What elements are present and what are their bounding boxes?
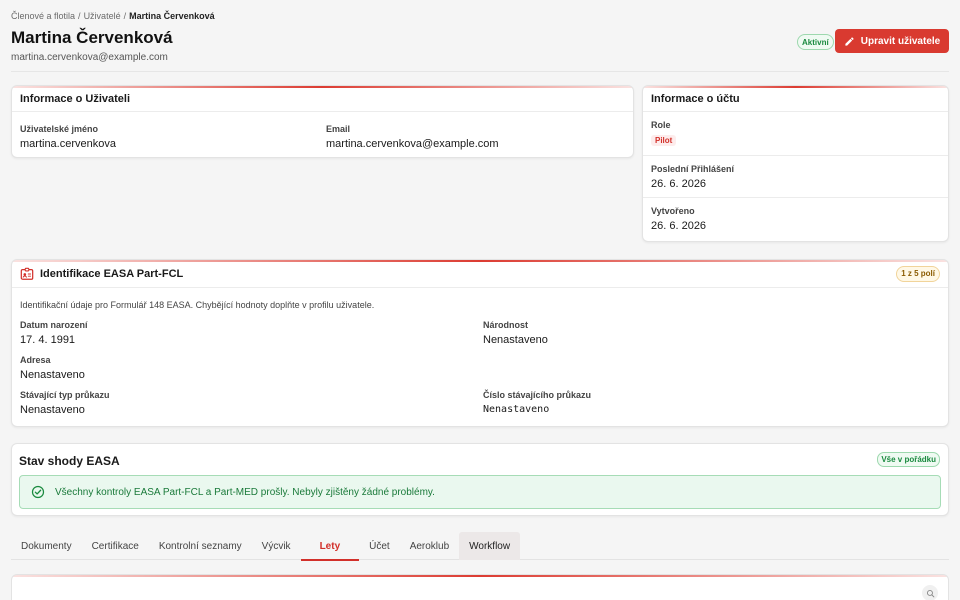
edit-user-button[interactable]: Upravit uživatele: [835, 29, 949, 53]
easa-title: Identifikace EASA Part-FCL: [40, 267, 184, 280]
username-label: Uživatelské jméno: [20, 124, 99, 134]
account-info-title: Informace o účtu: [643, 86, 948, 112]
easa-compliance-card: Stav shody EASA Vše v pořádku Všechny ko…: [11, 443, 949, 516]
email-label: Email: [326, 124, 351, 134]
edit-user-label: Upravit uživatele: [860, 35, 941, 47]
breadcrumb-current: Martina Červenková: [129, 11, 215, 21]
dob-value: 17. 4. 1991: [20, 334, 76, 346]
license-number-field: Číslo stávajícího průkazu Nenastaveno: [483, 390, 591, 415]
check-circle-icon: [31, 485, 45, 499]
nationality-field: Národnost Nenastaveno: [483, 320, 548, 346]
breadcrumb-members[interactable]: Členové a flotila: [11, 11, 75, 21]
tab-documents[interactable]: Dokumenty: [11, 532, 82, 560]
license-number-label: Číslo stávajícího průkazu: [483, 390, 592, 400]
id-card-icon: [20, 267, 34, 280]
compliance-title: Stav shody EASA: [19, 454, 120, 468]
tab-training[interactable]: Výcvik: [252, 532, 301, 560]
easa-header: Identifikace EASA Part-FCL 1 z 5 polí: [12, 260, 948, 288]
pencil-icon: [845, 36, 854, 46]
breadcrumb-separator: /: [123, 11, 127, 21]
tab-account[interactable]: Účet: [359, 532, 400, 560]
tab-checklists[interactable]: Kontrolní seznamy: [149, 532, 252, 560]
tab-aeroclub[interactable]: Aeroklub: [400, 532, 459, 560]
breadcrumb: Členové a flotila / Uživatelé / Martina …: [11, 11, 215, 21]
search-button[interactable]: [922, 585, 938, 600]
nationality-value: Nenastaveno: [483, 334, 548, 346]
license-type-field: Stávající typ průkazu Nenastaveno: [20, 390, 110, 416]
username-value: martina.cervenkova: [20, 138, 116, 150]
created-row: Vytvořeno 26. 6. 2026: [643, 198, 948, 239]
header-divider: [11, 71, 949, 72]
account-info-card: Informace o účtu Role Pilot Poslední Při…: [642, 85, 949, 242]
compliance-status-badge: Vše v pořádku: [877, 452, 940, 467]
status-badge: Aktivní: [797, 34, 834, 50]
created-label: Vytvořeno: [651, 206, 695, 216]
last-login-label: Poslední Přihlášení: [651, 164, 735, 174]
address-label: Adresa: [20, 355, 51, 365]
license-number-value: Nenastaveno: [483, 404, 550, 415]
easa-identification-card: Identifikace EASA Part-FCL 1 z 5 polí Id…: [11, 259, 949, 427]
email-value: martina.cervenkova@example.com: [326, 138, 499, 150]
last-login-row: Poslední Přihlášení 26. 6. 2026: [643, 156, 948, 198]
breadcrumb-users[interactable]: Uživatelé: [84, 11, 121, 21]
role-badge: Pilot: [651, 135, 677, 146]
dob-field: Datum narození 17. 4. 1991: [20, 320, 88, 346]
breadcrumb-separator: /: [78, 11, 81, 21]
user-info-title: Informace o Uživateli: [12, 86, 633, 112]
created-value: 26. 6. 2026: [651, 220, 707, 232]
tab-certifications[interactable]: Certifikace: [82, 532, 149, 560]
easa-description: Identifikační údaje pro Formulář 148 EAS…: [20, 300, 375, 310]
tab-workflow[interactable]: Workflow: [459, 532, 521, 560]
license-type-value: Nenastaveno: [20, 404, 85, 416]
fields-count-badge: 1 z 5 polí: [896, 265, 940, 282]
address-field: Adresa Nenastaveno: [20, 355, 85, 381]
address-value: Nenastaveno: [20, 369, 85, 381]
user-tabs: Dokumenty Certifikace Kontrolní seznamy …: [11, 532, 949, 561]
role-label: Role: [651, 120, 671, 130]
compliance-message: Všechny kontroly EASA Part-FCL a Part-ME…: [55, 486, 435, 498]
compliance-success-alert: Všechny kontroly EASA Part-FCL a Part-ME…: [19, 475, 941, 509]
license-type-label: Stávající typ průkazu: [20, 390, 110, 400]
nationality-label: Národnost: [483, 320, 528, 330]
role-row: Role Pilot: [643, 112, 948, 156]
page-title: Martina Červenková: [11, 28, 173, 47]
dob-label: Datum narození: [20, 320, 88, 330]
user-info-card: Informace o Uživateli Uživatelské jméno …: [11, 85, 634, 158]
user-email-subtitle: martina.cervenkova@example.com: [11, 52, 168, 63]
flights-panel: [11, 574, 949, 600]
last-login-value: 26. 6. 2026: [651, 178, 707, 190]
tab-flights[interactable]: Lety: [300, 532, 360, 561]
search-icon: [926, 589, 934, 597]
